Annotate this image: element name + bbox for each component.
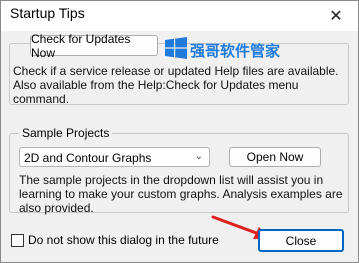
- close-button[interactable]: Close: [258, 229, 344, 252]
- close-button-label: Close: [285, 233, 317, 248]
- red-arrow-annotation: [211, 215, 271, 239]
- startup-tips-dialog: Startup Tips ✕ Check for Updates Now 强哥软…: [0, 0, 359, 263]
